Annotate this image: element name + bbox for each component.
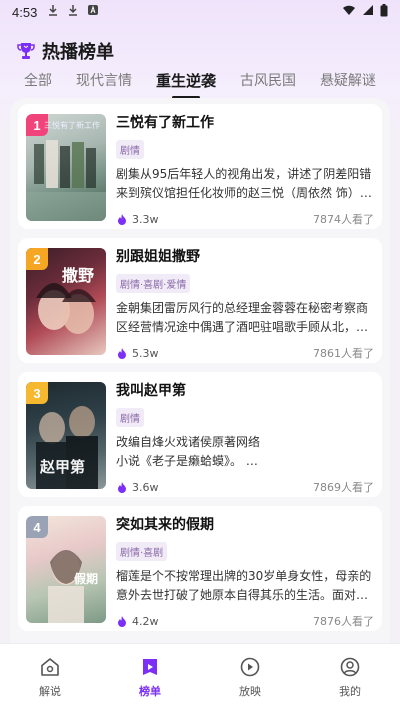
tab-mystery[interactable]: 悬疑解谜 [320,70,376,94]
nav-item-ranking[interactable]: 榜单 [120,655,180,699]
drama-info: 别跟姐姐撒野 剧情·喜剧·爱情 金朝集团雷厉风行的总经理金蓉蓉在秘密考察商区经营… [116,246,374,361]
nav-item-explain[interactable]: 解说 [20,655,80,699]
tab-all[interactable]: 全部 [24,70,52,94]
drama-title: 我叫赵甲第 [116,383,186,399]
fire-icon [118,348,126,359]
home-icon [38,655,62,679]
drama-description: 改编自烽火戏诸侯原著网络 小说《老子是癞蛤蟆》。 … [116,435,261,468]
heat-count: 3.6w [132,480,159,494]
rank-badge: 4 [26,516,48,538]
drama-meta: 3.6w 7869人看了 [116,479,374,495]
tab-rebirth[interactable]: 重生逆袭 [156,70,216,95]
status-right-icons [342,3,388,21]
drama-tag: 剧情 [116,408,144,427]
drama-poster: 1 三悦有了新工作 [26,114,106,221]
heat-count: 3.3w [132,212,159,226]
fire-icon [118,482,126,493]
nav-item-profile[interactable]: 我的 [320,655,380,699]
poster-title: 假期 [74,572,99,586]
fire-icon [118,616,126,627]
user-icon [338,655,362,679]
category-tabs: 全部 现代言情 重生逆袭 古风民国 悬疑解谜 [0,68,400,96]
drama-list: 1 三悦有了新工作 三悦有了新工作 剧情 剧集从95后年轻人的视角出发，讲述了阴… [10,98,390,643]
drama-meta: 4.2w 7876人看了 [116,613,374,629]
battery-icon [380,3,388,21]
drama-poster: 3 赵甲第 [26,382,106,489]
drama-title: 别跟姐姐撒野 [116,249,200,265]
drama-meta: 5.3w 7861人看了 [116,345,374,361]
nav-label: 榜单 [139,685,161,698]
fire-icon [118,214,126,225]
nav-label: 我的 [339,685,361,698]
heat-count: 5.3w [132,346,159,360]
bottom-nav: 解说 榜单 放映 我的 [0,643,400,710]
heat-count: 4.2w [132,614,159,628]
drama-tag: 剧情·喜剧 [116,542,168,561]
drama-title: 三悦有了新工作 [116,115,214,131]
view-count: 7876人看了 [313,615,374,628]
status-left-icons [47,4,99,20]
view-count: 7869人看了 [313,481,374,494]
drama-meta: 3.3w 7874人看了 [116,211,374,227]
drama-card[interactable]: 2 撒野 别跟姐姐撒野 剧情·喜剧·爱情 金朝集团雷厉风行的总经理金蓉蓉在秘密考… [18,238,382,363]
status-time: 4:53 [12,4,38,20]
ranking-icon [138,655,162,679]
drama-poster: 2 撒野 [26,248,106,355]
page-header: 热播榜单 [16,38,114,64]
trophy-icon [16,41,36,61]
drama-info: 我叫赵甲第 剧情 改编自烽火戏诸侯原著网络 小说《老子是癞蛤蟆》。 … 3.6w… [116,380,374,495]
nav-label: 放映 [239,685,261,698]
a-icon [87,4,99,20]
view-count: 7874人看了 [313,213,374,226]
download-icon [67,4,79,20]
drama-poster: 4 假期 [26,516,106,623]
tab-modern-romance[interactable]: 现代言情 [76,70,132,94]
poster-title: 三悦有了新工作 [44,121,100,130]
wifi-icon [342,4,356,20]
signal-icon [362,4,374,20]
rank-badge: 3 [26,382,48,404]
drama-card[interactable]: 3 赵甲第 我叫赵甲第 剧情 改编自烽火戏诸侯原著网络 小说《老子是癞蛤蟆》。 … [18,372,382,497]
drama-card[interactable]: 1 三悦有了新工作 三悦有了新工作 剧情 剧集从95后年轻人的视角出发，讲述了阴… [18,104,382,229]
drama-description: 剧集从95后年轻人的视角出发，讲述了阴差阳错来到殡仪馆担任化妆师的赵三悦（周依然… [116,167,372,200]
tab-ancient-republic[interactable]: 古风民国 [240,70,296,94]
poster-title: 撒野 [62,268,95,285]
drama-description: 金朝集团雷厉风行的总经理金蓉蓉在秘密考察商区经营情况途中偶遇了酒吧驻唱歌手顾从北… [116,301,369,334]
download-icon [47,4,59,20]
drama-info: 三悦有了新工作 剧情 剧集从95后年轻人的视角出发，讲述了阴差阳错来到殡仪馆担任… [116,112,374,227]
status-bar: 4:53 [0,0,400,24]
nav-label: 解说 [39,685,61,698]
poster-title: 赵甲第 [40,459,86,476]
drama-info: 突如其来的假期 剧情·喜剧 榴莲是个不按常理出牌的30岁单身女性，母亲的意外去世… [116,514,374,629]
drama-title: 突如其来的假期 [116,517,214,533]
play-icon [238,655,262,679]
drama-tag: 剧情 [116,140,144,159]
drama-description: 榴莲是个不按常理出牌的30岁单身女性，母亲的意外去世打破了她原本自得其乐的生活。… [116,569,372,602]
nav-item-play[interactable]: 放映 [220,655,280,699]
view-count: 7861人看了 [313,347,374,360]
drama-card[interactable]: 4 假期 突如其来的假期 剧情·喜剧 榴莲是个不按常理出牌的30岁单身女性，母亲… [18,506,382,631]
rank-badge: 2 [26,248,48,270]
drama-tag: 剧情·喜剧·爱情 [116,274,191,293]
page-title: 热播榜单 [42,42,114,63]
